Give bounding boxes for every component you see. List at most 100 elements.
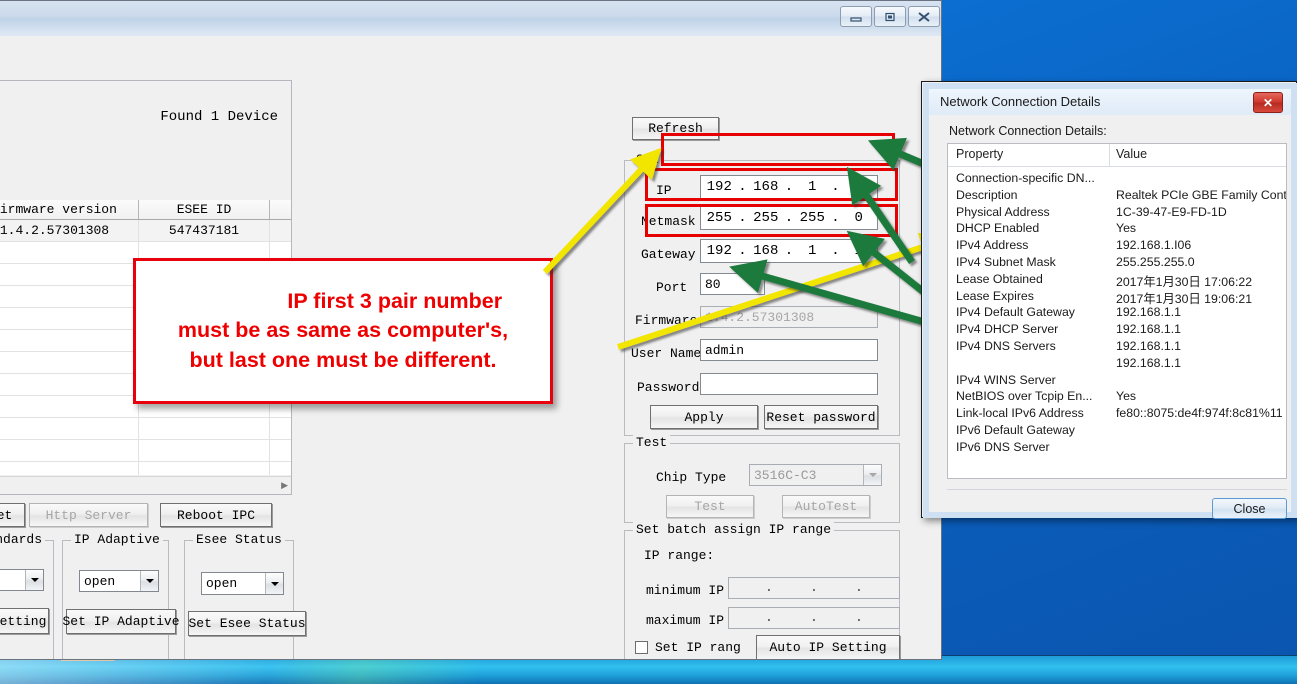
header-property: Property (956, 147, 1004, 161)
dialog-divider (947, 489, 1287, 490)
netmask-octet-1[interactable]: 255 (701, 210, 738, 226)
http-server-button: Http Server (29, 503, 148, 527)
batch-group-title: Set batch assign IP range (633, 522, 835, 537)
ip-adaptive-group: IP Adaptive open Set IP Adaptive (62, 532, 180, 659)
maximum-ip-input[interactable]: ... (728, 607, 900, 629)
ip-adaptive-select[interactable]: open (79, 570, 159, 592)
ip-adaptive-title: IP Adaptive (71, 532, 163, 547)
list-item[interactable]: IPv4 DHCP Server 192.168.1.1 (948, 322, 1286, 339)
chevron-down-icon[interactable] (25, 570, 43, 590)
connection-details-list[interactable]: Property Value Connection-specific DN...… (947, 143, 1287, 479)
list-item[interactable]: Lease Obtained 2017年1月30日 17:06:22 (948, 272, 1286, 289)
gateway-octet-1[interactable]: 192 (701, 243, 738, 259)
list-item[interactable]: NetBIOS over Tcpip En... Yes (948, 389, 1286, 406)
username-input[interactable]: admin (700, 339, 878, 361)
list-item[interactable]: IPv6 Default Gateway (948, 423, 1286, 440)
list-item[interactable]: Link-local IPv6 Address fe80::8075:de4f:9… (948, 406, 1286, 423)
list-item-ipv4-address[interactable]: IPv4 Address 192.168.1.I06 (948, 238, 1286, 255)
netmask-octet-3[interactable]: 255 (794, 210, 831, 226)
table-row[interactable] (0, 417, 291, 440)
cell-firmware: 1.4.2.57301308 (0, 219, 140, 242)
netmask-octet-4[interactable]: 0 (841, 210, 878, 226)
row-property: Lease Expires (956, 288, 1034, 303)
reset-password-button[interactable]: Reset password (764, 405, 878, 429)
password-label: Password (637, 380, 700, 395)
password-input[interactable] (700, 373, 878, 395)
apply-button[interactable]: Apply (650, 405, 758, 429)
ip-octet-3[interactable]: 1 (794, 179, 831, 195)
details-header-row: Property Value (948, 144, 1286, 167)
table-row[interactable] (0, 439, 291, 462)
video-standard-select[interactable]: PAL (0, 569, 44, 591)
maximum-ip-label: maximum IP (646, 613, 725, 628)
close-button[interactable]: Close (1212, 498, 1287, 519)
set-ip-adaptive-button[interactable]: Set IP Adaptive (62, 609, 180, 634)
scrollbar-right-arrow-icon[interactable]: ▶ (281, 480, 288, 491)
row-property: IPv4 Address (956, 238, 1029, 253)
refresh-button[interactable]: Refresh (632, 117, 719, 140)
table-row[interactable]: 1.31 Fine 1.4.2.57301308 547437181 255.2… (0, 219, 291, 242)
list-item[interactable]: Lease Expires 2017年1月30日 19:06:21 (948, 289, 1286, 306)
row-value: Yes (1116, 389, 1137, 404)
maximize-icon[interactable] (874, 6, 906, 27)
col-esee-id[interactable]: ESEE ID (138, 200, 270, 220)
list-item[interactable]: Connection-specific DN... (948, 171, 1286, 188)
dialog-title: Network Connection Details (940, 94, 1101, 109)
test-group: Test Chip Type 3516C-C3 Test AutoTest (624, 435, 900, 523)
netmask-label: Netmask (641, 214, 696, 229)
table-row[interactable] (0, 461, 291, 475)
standard-setting-button[interactable]: Standard Setting (0, 608, 49, 634)
esee-status-select[interactable]: open (201, 572, 284, 595)
annotation-callout: IP first 3 pair number must be as same a… (133, 258, 553, 404)
minimize-icon[interactable] (840, 6, 872, 27)
esee-status-group: Esee Status open Set Esee Status (184, 532, 306, 659)
list-item[interactable]: IPv4 DNS Servers 192.168.1.1 (948, 339, 1286, 356)
gateway-octet-2[interactable]: 168 (748, 243, 785, 259)
minimum-ip-input[interactable]: ... (728, 577, 900, 599)
row-property: IPv6 Default Gateway (956, 422, 1075, 437)
set-ip-range-label: Set IP rang (655, 640, 741, 655)
list-item[interactable]: Description Realtek PCIe GBE Family Contr… (948, 188, 1286, 205)
chevron-down-icon[interactable] (265, 573, 283, 594)
netmask-octet-2[interactable]: 255 (748, 210, 785, 226)
port-input[interactable]: 80 (700, 273, 765, 295)
list-item-ipv4-default-gateway[interactable]: IPv4 Default Gateway 192.168.1.1 (948, 305, 1286, 322)
set-ip-range-checkbox[interactable] (635, 641, 648, 654)
gateway-octet-3[interactable]: 1 (794, 243, 831, 259)
col-firmware[interactable]: Firmware version (0, 200, 140, 220)
netmask-input[interactable]: 255. 255. 255. 0 (700, 206, 878, 230)
test-button: Test (666, 495, 754, 518)
list-item[interactable]: Physical Address 1C-39-47-E9-FD-1D (948, 205, 1286, 222)
list-item-ipv4-subnet-mask[interactable]: IPv4 Subnet Mask 255.255.255.0 (948, 255, 1286, 272)
video-standards-title: Video standards (0, 532, 46, 547)
gateway-input[interactable]: 192. 168. 1. 1 (700, 239, 878, 263)
auto-ip-setting-button[interactable]: Auto IP Setting (756, 635, 900, 659)
reboot-ipc-button[interactable]: Reboot IPC (160, 503, 272, 527)
list-item[interactable]: IPv4 WINS Server (948, 373, 1286, 390)
factory-reset-button[interactable]: FactoryReset (0, 503, 25, 527)
ip-octet-2[interactable]: 168 (748, 179, 785, 195)
list-item[interactable]: 192.168.1.1 (948, 356, 1286, 373)
row-value: 1C-39-47-E9-FD-1D (1116, 204, 1227, 219)
annotation-text: IP first 3 pair number must be as same a… (178, 287, 508, 374)
horizontal-scrollbar[interactable]: ||| ▶ (0, 476, 291, 494)
list-item[interactable]: IPv6 DNS Server (948, 440, 1286, 457)
ip-input[interactable]: 192. 168. 1. 31 (700, 175, 878, 199)
gateway-octet-4[interactable]: 1 (841, 243, 878, 259)
dialog-subtitle: Network Connection Details: (949, 124, 1107, 138)
list-item[interactable]: DHCP Enabled Yes (948, 221, 1286, 238)
ip-octet-4[interactable]: 31 (841, 179, 878, 195)
minimum-ip-label: minimum IP (646, 583, 725, 598)
close-icon[interactable] (908, 6, 940, 27)
row-property: Connection-specific DN... (956, 171, 1095, 185)
col-netmask[interactable]: Netmask (269, 200, 291, 220)
cell-netmask: 255.255.255.0 (269, 219, 291, 242)
close-icon[interactable]: ✕ (1253, 92, 1283, 113)
chevron-down-icon[interactable] (140, 571, 158, 591)
ip-octet-1[interactable]: 192 (701, 179, 738, 195)
video-standard-value: PAL (0, 573, 25, 588)
video-standards-group: Video standards PAL Standard Setting (0, 532, 54, 659)
row-value: Yes (1116, 221, 1137, 236)
set-esee-status-button[interactable]: Set Esee Status (188, 611, 306, 636)
esee-status-title: Esee Status (193, 532, 285, 547)
